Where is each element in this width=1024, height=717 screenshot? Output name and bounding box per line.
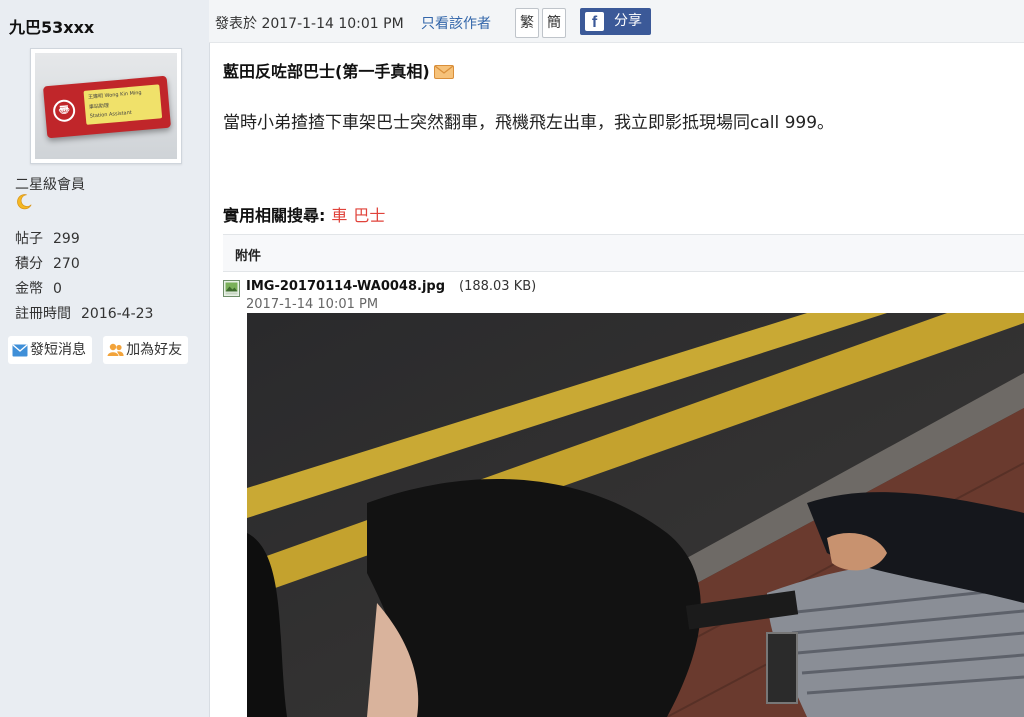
attachment-filename-link[interactable]: IMG-20170114-WA0048.jpg: [246, 279, 445, 294]
related-search-label: 實用相關搜尋:: [223, 206, 326, 225]
attachment-photo-drawing: [247, 313, 1024, 717]
attachment-header: 附件: [223, 234, 1024, 272]
stat-value: 270: [53, 256, 80, 272]
author-only-link[interactable]: 只看該作者: [421, 13, 491, 33]
stat-label: 帖子: [15, 231, 43, 247]
post-meta-bar: 發表於 2017-1-14 10:01 PM 只看該作者 繁 簡 f 分享: [209, 0, 1024, 43]
add-friend-label: 加為好友: [126, 342, 183, 358]
author-sidebar: 九巴53xxx 〠 王建明 Wong Kin Ming 車站助理 Station…: [0, 0, 210, 717]
avatar[interactable]: 〠 王建明 Wong Kin Ming 車站助理 Station Assista…: [30, 48, 182, 164]
stat-value: 2016-4-23: [81, 306, 154, 322]
post-timestamp: 發表於 2017-1-14 10:01 PM: [215, 16, 404, 32]
facebook-icon: f: [585, 12, 604, 31]
member-rank: 二星級會員: [15, 177, 85, 193]
stat-value: 299: [53, 231, 80, 247]
stat-label: 積分: [15, 256, 43, 272]
related-tag-link[interactable]: 巴士: [353, 206, 385, 225]
share-label: 分享: [614, 13, 642, 29]
avatar-badge: 〠 王建明 Wong Kin Ming 車站助理 Station Assista…: [42, 75, 172, 139]
image-file-icon: [223, 280, 240, 297]
send-message-button[interactable]: 發短消息: [8, 336, 92, 364]
facebook-share-button[interactable]: f 分享: [580, 8, 651, 35]
avatar-image[interactable]: 〠 王建明 Wong Kin Ming 車站助理 Station Assista…: [35, 53, 177, 159]
add-friend-button[interactable]: 加為好友: [103, 336, 189, 364]
attachment-header-label: 附件: [235, 249, 262, 264]
stat-coins: 金幣 0: [15, 278, 153, 303]
attachment-date: 2017-1-14 10:01 PM: [246, 297, 379, 312]
simplified-chinese-button[interactable]: 簡: [542, 8, 566, 38]
send-message-label: 發短消息: [30, 342, 86, 358]
mail-icon[interactable]: [433, 65, 454, 79]
friends-icon: [107, 343, 124, 356]
author-username[interactable]: 九巴53xxx: [9, 14, 94, 38]
attachment-photo[interactable]: [247, 313, 1024, 717]
envelope-icon: [12, 344, 28, 357]
stat-points[interactable]: 積分 270: [15, 253, 153, 278]
moon-rank-icon: [17, 194, 32, 210]
related-tag-link[interactable]: 車: [331, 206, 347, 225]
attachment-filesize: (188.03 KB): [459, 279, 537, 294]
stat-registered: 註冊時間 2016-4-23: [15, 303, 153, 328]
mtr-logo-icon: 〠: [52, 98, 77, 123]
stat-posts[interactable]: 帖子 299: [15, 228, 153, 253]
stat-label: 註冊時間: [15, 306, 71, 322]
stat-label: 金幣: [15, 281, 43, 297]
post-title-text: 藍田反咗部巴士(第一手真相): [223, 62, 430, 81]
author-stats: 帖子 299 積分 270 金幣 0 註冊時間 2016-4-23: [15, 228, 153, 328]
badge-plate: 王建明 Wong Kin Ming 車站助理 Station Assistant: [83, 84, 163, 125]
post-body: 當時小弟揸揸下車架巴士突然翻車，飛機飛左出車，我立即影抵現場同call 999。: [223, 113, 835, 133]
related-search: 實用相關搜尋: 車巴士: [223, 202, 385, 226]
traditional-chinese-button[interactable]: 繁: [515, 8, 539, 38]
post-title: 藍田反咗部巴士(第一手真相): [223, 58, 454, 82]
stat-value: 0: [53, 281, 62, 297]
